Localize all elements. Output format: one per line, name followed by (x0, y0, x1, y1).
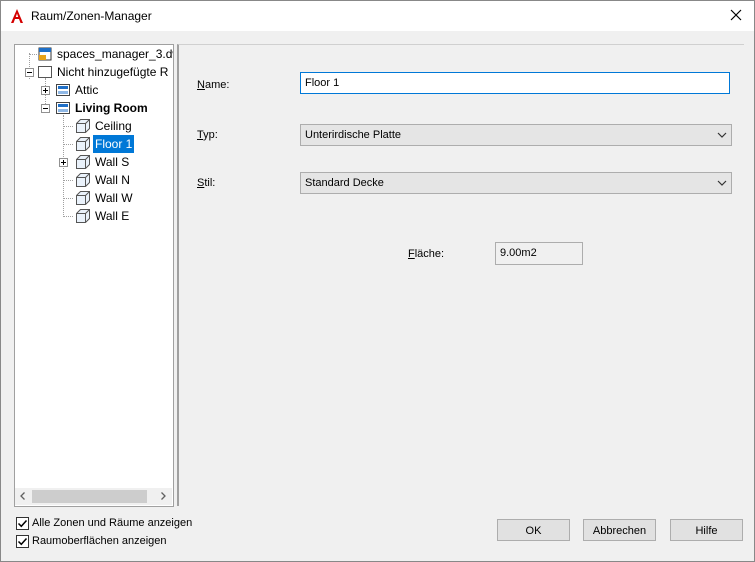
tree-node-floor-1[interactable]: Floor 1 (93, 135, 135, 153)
ok-button[interactable]: OK (497, 519, 570, 541)
all-zones-checkbox[interactable] (16, 517, 29, 530)
cancel-button[interactable]: Abbrechen (583, 519, 656, 541)
tree-node-living-room[interactable]: Living Room (73, 99, 150, 117)
typ-selected-value: Unterirdische Platte (305, 129, 401, 141)
name-label: Name: (197, 79, 230, 91)
surfaces-checkbox[interactable] (16, 535, 29, 548)
expand-icon[interactable] (41, 86, 50, 95)
typ-label: Typ: (197, 129, 218, 141)
flaeche-label-rest: läche: (414, 248, 445, 260)
drawing-icon (38, 47, 52, 61)
zone-icon (56, 102, 70, 114)
tree-node-wall-n[interactable]: Wall N (93, 171, 132, 189)
typ-dropdown[interactable]: Unterirdische Platte (300, 124, 732, 146)
tree-node-wall-s[interactable]: Wall S (93, 153, 131, 171)
checkmark-icon (17, 537, 28, 546)
title-bar: Raum/Zonen-Manager (1, 1, 754, 31)
space-surface-icon (76, 137, 90, 151)
tree-node-ceiling[interactable]: Ceiling (93, 117, 134, 135)
collapse-icon[interactable] (25, 68, 34, 77)
zone-icon (56, 84, 70, 96)
chevron-down-icon (717, 180, 727, 186)
tree-horizontal-scrollbar[interactable] (15, 488, 172, 505)
flaeche-label: Fläche: (408, 248, 445, 260)
collapse-icon[interactable] (41, 104, 50, 113)
space-surface-icon (76, 191, 90, 205)
folder-icon (38, 66, 52, 78)
tree-line (63, 180, 73, 181)
window-title: Raum/Zonen-Manager (31, 9, 152, 23)
tree-node-attic[interactable]: Attic (73, 81, 100, 99)
space-surface-icon (76, 119, 90, 133)
flaeche-value: 9.00m2 (495, 242, 583, 265)
tree-line (63, 126, 73, 127)
tree-line (63, 216, 73, 217)
autocad-logo-icon (11, 9, 23, 23)
properties-panel (177, 44, 744, 506)
help-button[interactable]: Hilfe (670, 519, 743, 541)
stil-dropdown[interactable]: Standard Decke (300, 172, 732, 194)
name-input[interactable] (300, 72, 730, 94)
stil-label-rest: til: (204, 177, 216, 189)
typ-label-rest: yp: (203, 129, 218, 141)
all-zones-label[interactable]: Alle Zonen und Räume anzeigen (32, 517, 192, 529)
checkmark-icon (17, 519, 28, 528)
stil-label: Stil: (197, 177, 216, 189)
scroll-right-icon[interactable] (158, 491, 168, 501)
space-surface-icon (76, 173, 90, 187)
scroll-left-icon[interactable] (18, 491, 28, 501)
tree-node-wall-w[interactable]: Wall W (93, 189, 135, 207)
tree-node-drawing[interactable]: spaces_manager_3.dwg (55, 45, 173, 63)
chevron-down-icon (717, 132, 727, 138)
stil-selected-value: Standard Decke (305, 177, 384, 189)
space-surface-icon (76, 209, 90, 223)
space-surface-icon (76, 155, 90, 169)
tree-node-wall-e[interactable]: Wall E (93, 207, 131, 225)
tree-node-unassigned[interactable]: Nicht hinzugefügte R (55, 63, 170, 81)
surfaces-label[interactable]: Raumoberflächen anzeigen (32, 535, 167, 547)
expand-icon[interactable] (59, 158, 68, 167)
name-label-rest: ame: (204, 79, 230, 91)
tree-line (63, 144, 73, 145)
dialog-window: Raum/Zonen-Manager spaces_manager_3.dwg (0, 0, 755, 562)
close-icon[interactable] (728, 7, 744, 23)
zone-tree[interactable]: spaces_manager_3.dwg Nicht hinzugefügte … (14, 44, 174, 507)
scrollbar-thumb[interactable] (32, 490, 147, 503)
tree-line (29, 54, 37, 55)
tree-line (63, 198, 73, 199)
